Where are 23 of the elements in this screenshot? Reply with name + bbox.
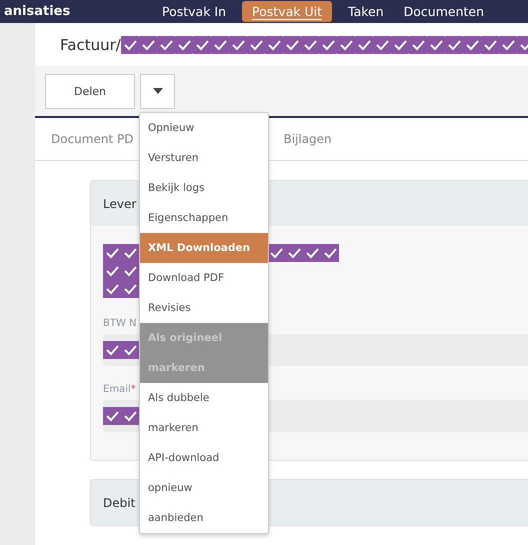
caret-icon: [152, 88, 162, 94]
card-title: Debit: [103, 496, 136, 510]
menu-item[interactable]: Versturen: [140, 143, 268, 173]
content-tab[interactable]: Document PD: [51, 132, 134, 146]
menu-item[interactable]: Eigenschappen: [140, 203, 268, 233]
menu-item[interactable]: API-download opnieuw aanbieden: [140, 443, 268, 533]
nav-tab[interactable]: Taken: [338, 1, 394, 22]
share-button[interactable]: Delen: [45, 74, 135, 108]
nav-tab[interactable]: Documenten: [394, 1, 494, 22]
card-title: Lever: [103, 196, 136, 210]
menu-item[interactable]: Download PDF: [140, 263, 268, 293]
field-label: BTW N: [103, 318, 137, 329]
field-label: Email: [103, 384, 131, 395]
menu-item[interactable]: Als dubbele markeren: [140, 383, 268, 443]
page-title: Factuur/: [60, 36, 121, 54]
required-mark: *: [130, 384, 136, 395]
nav-tab[interactable]: Postvak In: [152, 1, 236, 22]
menu-item[interactable]: Bekijk logs: [140, 173, 268, 203]
brand-name: anisaties: [4, 4, 72, 19]
menu-item[interactable]: Opnieuw: [140, 113, 268, 143]
dropdown-button[interactable]: [140, 74, 175, 108]
menu-item[interactable]: Revisies: [140, 293, 268, 323]
content-tab[interactable]: Bijlagen: [283, 132, 332, 146]
